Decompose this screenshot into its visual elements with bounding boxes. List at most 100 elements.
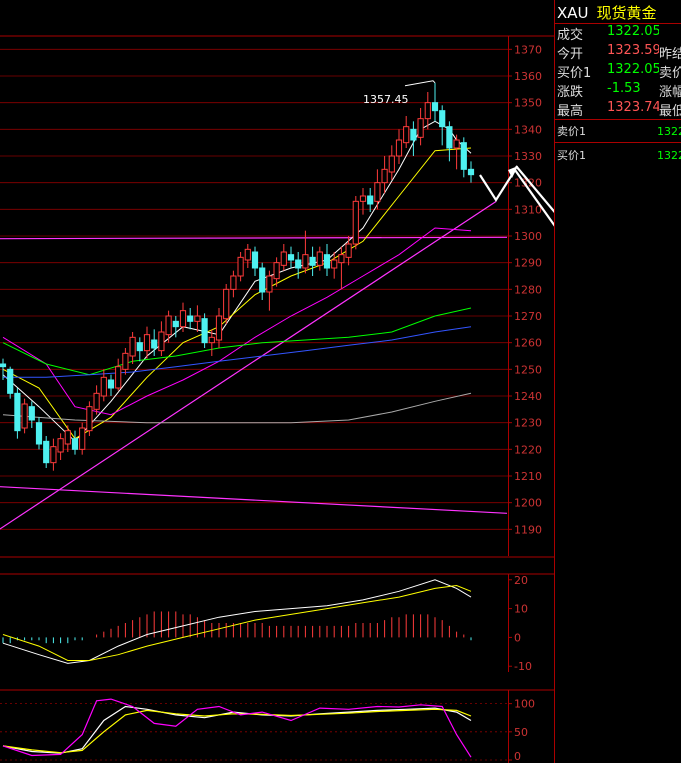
tick-label: 1230 — [514, 417, 542, 430]
candle-body — [244, 248, 251, 261]
ask-row: 卖价1 1322 — [557, 123, 681, 139]
candle-body — [201, 318, 208, 344]
row-label: 买价1 — [557, 66, 592, 81]
candle-body — [424, 102, 431, 120]
candle-body — [187, 315, 194, 322]
symbol-name: 现货黄金 — [596, 4, 657, 22]
tick-label: 1360 — [514, 70, 542, 83]
row-value: 1322.05 — [607, 24, 659, 39]
trendline — [0, 236, 508, 240]
row-value: 1323.74 — [607, 100, 659, 115]
row-value: 1322.05 — [607, 62, 659, 77]
row-label-2: 涨幅 — [659, 85, 681, 100]
candle-body — [79, 427, 86, 450]
candle-body — [338, 254, 345, 264]
candle-body — [71, 438, 79, 450]
candle-body — [86, 406, 93, 432]
tick-label: 0 — [514, 631, 521, 644]
kdj-line-d — [2, 708, 472, 754]
tick-label: 1370 — [514, 43, 542, 56]
candle-body — [302, 254, 309, 269]
candle-body — [151, 339, 158, 349]
candle-body — [223, 288, 230, 320]
quote-title: XAU 现货黄金 — [557, 2, 657, 23]
candle-body — [237, 256, 244, 277]
quote-row-trade: 成交 1322.05 — [557, 24, 659, 43]
quote-panel: XAU 现货黄金 成交 1322.05 今开 1323.59昨结 买价1 1322.05… — [554, 0, 681, 763]
candle-body — [129, 336, 136, 357]
candle-body — [259, 267, 266, 293]
quote-row-high: 最高 1323.74最低 — [557, 100, 681, 119]
row-label: 涨跌 — [557, 85, 584, 100]
candle-body — [446, 126, 453, 149]
candle-body — [194, 315, 201, 322]
ma-line-ma20 — [2, 227, 472, 416]
row-value: -1.53 — [607, 81, 641, 96]
candle-body — [352, 200, 359, 245]
candle-body — [367, 195, 374, 205]
candle-body — [395, 139, 403, 157]
candle-body — [14, 392, 21, 432]
candle-body — [460, 142, 467, 170]
candle-body — [158, 331, 165, 352]
candle-body — [64, 430, 71, 445]
ma-line-ma5 — [2, 120, 472, 443]
tick-label: 100 — [514, 698, 535, 711]
row-label: 最高 — [557, 104, 584, 119]
candle-body — [295, 259, 302, 269]
tick-label: 0 — [514, 750, 521, 763]
kdj-line-j — [2, 698, 472, 758]
candle-body — [28, 406, 35, 421]
bid-label: 买价1 — [557, 149, 586, 162]
candle-body — [50, 446, 57, 464]
candle-body — [35, 422, 43, 445]
candle-body — [345, 243, 352, 258]
tick-label: 1280 — [514, 283, 542, 296]
divider — [555, 142, 681, 143]
candle-body — [251, 251, 259, 269]
candle-body — [467, 168, 475, 176]
candle-body — [273, 262, 280, 280]
candle-body — [388, 155, 395, 173]
candle-body — [266, 275, 273, 293]
quote-row-bid: 买价1 1322.05卖价 — [557, 62, 681, 81]
candle-body — [439, 110, 446, 128]
macd-line-dea — [2, 584, 472, 661]
candle-body — [316, 251, 323, 266]
candle-body — [453, 139, 460, 149]
candle-body — [172, 320, 179, 328]
candle-body — [230, 275, 237, 290]
annotation-pointer — [404, 80, 436, 87]
ma-line-ma30 — [2, 307, 472, 376]
row-label-2: 最低 — [659, 104, 681, 119]
tick-label: 1200 — [514, 497, 542, 510]
quote-row-change: 涨跌 -1.53 涨幅 — [557, 81, 681, 100]
candle-body — [7, 368, 14, 394]
tick-label: 1300 — [514, 230, 542, 243]
tick-label: 1330 — [514, 150, 542, 163]
high-annotation: 1357.45 — [363, 93, 409, 106]
tick-label: 1240 — [514, 390, 542, 403]
candle-body — [323, 254, 331, 269]
candle-body — [179, 310, 187, 328]
candle-body — [100, 376, 107, 397]
candle-body — [287, 254, 295, 261]
bid-value: 1322 — [657, 149, 681, 162]
divider — [555, 119, 681, 120]
tick-label: 10 — [514, 603, 528, 616]
candle-body — [122, 352, 129, 370]
quote-row-open: 今开 1323.59昨结 — [557, 43, 681, 62]
row-label: 今开 — [557, 47, 584, 62]
symbol-code: XAU — [557, 4, 589, 22]
candle-body — [115, 366, 122, 389]
row-label-2: 昨结 — [659, 47, 681, 62]
tick-label: 1190 — [514, 523, 542, 536]
ma-line-ma10 — [2, 147, 472, 440]
candle-body — [309, 256, 316, 266]
tick-label: -10 — [514, 660, 532, 673]
ask-value: 1322 — [657, 125, 681, 138]
candle-body — [21, 403, 28, 429]
row-value: 1323.59 — [607, 43, 659, 58]
candle-body — [381, 168, 388, 184]
trendline — [0, 486, 508, 514]
